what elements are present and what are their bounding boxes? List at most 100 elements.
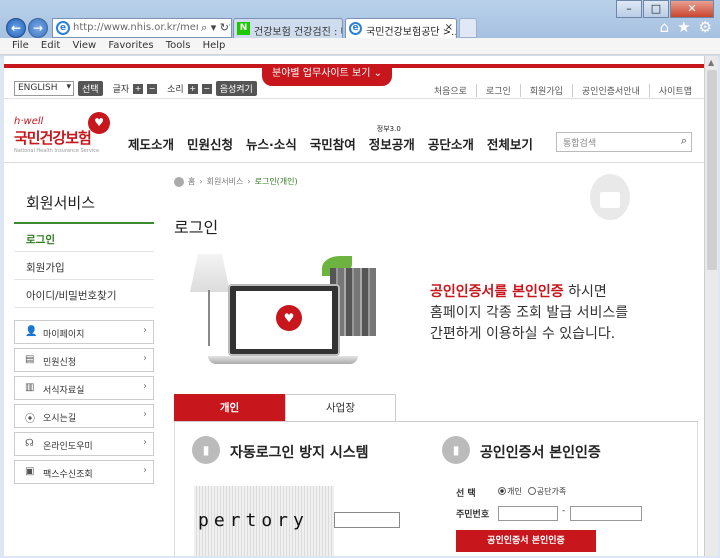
captcha-input[interactable] — [334, 512, 400, 528]
font-plus-button[interactable]: + — [133, 83, 144, 94]
breadcrumb: 홈 › 회원서비스 › 로그인(개인) — [174, 176, 298, 187]
page-title: 로그인 — [174, 218, 219, 237]
chevron-right-icon: › — [143, 437, 147, 448]
scroll-up-icon[interactable]: ▲ — [708, 58, 714, 67]
radio-label: 공단가족 — [536, 487, 567, 496]
sound-minus-button[interactable]: − — [201, 83, 212, 94]
cert-auth-title: 공인인증서 본인인증 — [480, 445, 601, 461]
menu-view[interactable]: View — [72, 40, 96, 51]
lamp-illustration — [190, 254, 230, 292]
address-bar[interactable]: e http://www.nhis.or.kr/menu/retr ⌕ ▾ ↻ — [52, 18, 232, 38]
radio-family[interactable]: 공단가족 — [527, 486, 567, 497]
files-icon: ▥ — [25, 382, 35, 393]
crumb-home[interactable]: 홈 — [188, 176, 195, 187]
link-login[interactable]: 로그인 — [475, 84, 511, 97]
radio-label: 개인 — [507, 487, 522, 496]
scroll-thumb[interactable] — [707, 70, 717, 270]
gov30-sup: 정부3.0 — [376, 125, 401, 133]
jumin-back-input[interactable] — [570, 506, 642, 521]
browser-toolbar-icons: ⌂ ★ ⚙ — [660, 18, 712, 36]
tab-business[interactable]: 사업장 — [285, 394, 396, 421]
nav-all[interactable]: 전체보기 — [487, 134, 533, 153]
font-size-label: 글자 — [112, 85, 130, 95]
pitch-highlight: 공인인증서를 본인인증 — [430, 284, 564, 300]
menu-tools[interactable]: Tools — [166, 40, 191, 51]
quick-label: 온라인도우미 — [43, 442, 93, 452]
crumb-member[interactable]: 회원서비스 — [207, 176, 244, 187]
quick-mypage[interactable]: 👤 마이페이지 › — [14, 320, 154, 344]
forward-button[interactable]: → — [28, 18, 48, 38]
nav-news[interactable]: 뉴스·소식 — [246, 134, 297, 153]
close-tab-icon[interactable]: × — [445, 22, 453, 33]
menu-edit[interactable]: Edit — [41, 40, 60, 51]
logo-english: National Health Insurance Service — [14, 148, 100, 154]
nav-system[interactable]: 제도소개 — [128, 134, 174, 153]
tab-personal[interactable]: 개인 — [174, 394, 285, 421]
pitch-line1: 공인인증서를 본인인증 하시면 — [430, 282, 628, 303]
pitch-line2: 홈페이지 각종 조회 발급 서비스를 — [430, 305, 629, 321]
link-cert-guide[interactable]: 공인인증서안내 — [571, 84, 640, 97]
chevron-right-icon: › — [143, 325, 147, 336]
select-label: 선 택 — [456, 489, 476, 499]
headset-icon: ☊ — [25, 438, 34, 449]
heart-icon: ♥ — [276, 305, 302, 331]
lnb-item-login[interactable]: 로그인 — [14, 224, 154, 252]
menu-help[interactable]: Help — [203, 40, 226, 51]
home-icon[interactable]: ⌂ — [660, 18, 670, 36]
member-type-radio: 개인 공단가족 — [498, 486, 566, 497]
lnb-title: 회원서비스 — [26, 194, 96, 212]
cert-auth-button[interactable]: 공인인증서 본인인증 — [456, 530, 596, 552]
chevron-right-icon: › — [143, 353, 147, 364]
nav-civil[interactable]: 민원신청 — [187, 134, 233, 153]
gear-icon[interactable]: ⚙ — [699, 18, 712, 36]
menu-bar: File Edit View Favorites Tools Help — [0, 38, 720, 55]
lamp-stem — [208, 290, 210, 346]
tab-naver[interactable]: N 건강보험 건강검진 : 네... — [233, 18, 343, 39]
home-icon[interactable] — [174, 176, 184, 187]
quick-forms[interactable]: ▥ 서식자료실 › — [14, 376, 154, 400]
quick-civil[interactable]: ▤ 민원신청 › — [14, 348, 154, 372]
ie-icon: e — [349, 22, 362, 35]
sound-plus-button[interactable]: + — [187, 83, 198, 94]
search-input[interactable]: 통합검색 ⌕ — [556, 132, 692, 152]
quick-label: 서식자료실 — [43, 386, 85, 396]
quick-label: 민원신청 — [43, 358, 77, 368]
lock-decoration — [544, 160, 704, 250]
crumb-current: 로그인(개인) — [254, 177, 298, 186]
voice-on-button[interactable]: 음성켜기 — [215, 81, 257, 96]
login-tabs: 개인 사업장 — [174, 394, 396, 421]
pitch-line3: 간편하게 이용하실 수 있습니다. — [430, 326, 616, 342]
menu-favorites[interactable]: Favorites — [108, 40, 153, 51]
tab-nhis[interactable]: e 국민건강보험공단 >... × — [345, 18, 457, 39]
search-icon[interactable]: ⌕ — [681, 134, 687, 148]
nav-participation[interactable]: 국민참여 — [310, 134, 356, 153]
font-minus-button[interactable]: − — [147, 83, 158, 94]
new-tab-button[interactable] — [459, 18, 477, 38]
back-button[interactable]: ← — [6, 18, 26, 38]
link-join[interactable]: 회원가입 — [519, 84, 563, 97]
radio-personal[interactable]: 개인 — [498, 486, 522, 497]
search-refresh-icon[interactable]: ⌕ ▾ ↻ — [198, 21, 229, 35]
favorites-star-icon[interactable]: ★ — [677, 18, 690, 36]
bookmark-icon: ▮ — [442, 436, 470, 464]
nav-info-open[interactable]: 정부3.0 정보공개 — [369, 125, 415, 153]
link-home[interactable]: 처음으로 — [425, 84, 467, 97]
language-select[interactable]: ENGLISH — [14, 81, 74, 96]
quick-fax[interactable]: ▣ 팩스수신조회 › — [14, 460, 154, 484]
bookmark-icon: ▮ — [192, 436, 220, 464]
jumin-front-input[interactable] — [498, 506, 558, 521]
link-sitemap[interactable]: 사이트맵 — [648, 84, 692, 97]
select-button[interactable]: 선택 — [78, 81, 103, 96]
crumb-sep: › — [247, 177, 251, 186]
quick-label: 마이페이지 — [43, 330, 85, 340]
menu-file[interactable]: File — [12, 40, 29, 51]
lnb-item-find-id[interactable]: 아이디/비밀번호찾기 — [14, 280, 154, 308]
site-logo[interactable]: h·well 국민건강보험 National Health Insurance … — [14, 112, 110, 154]
quick-helper[interactable]: ☊ 온라인도우미 › — [14, 432, 154, 456]
scrollbar[interactable]: ▲ — [704, 56, 718, 556]
lnb-item-join[interactable]: 회원가입 — [14, 252, 154, 280]
captcha-image: pertory — [194, 486, 334, 556]
nav-about[interactable]: 공단소개 — [428, 134, 474, 153]
business-sites-button[interactable]: 분야별 업무사이트 보기 ⌄ — [262, 64, 392, 86]
quick-directions[interactable]: ⦿ 오시는길 › — [14, 404, 154, 428]
